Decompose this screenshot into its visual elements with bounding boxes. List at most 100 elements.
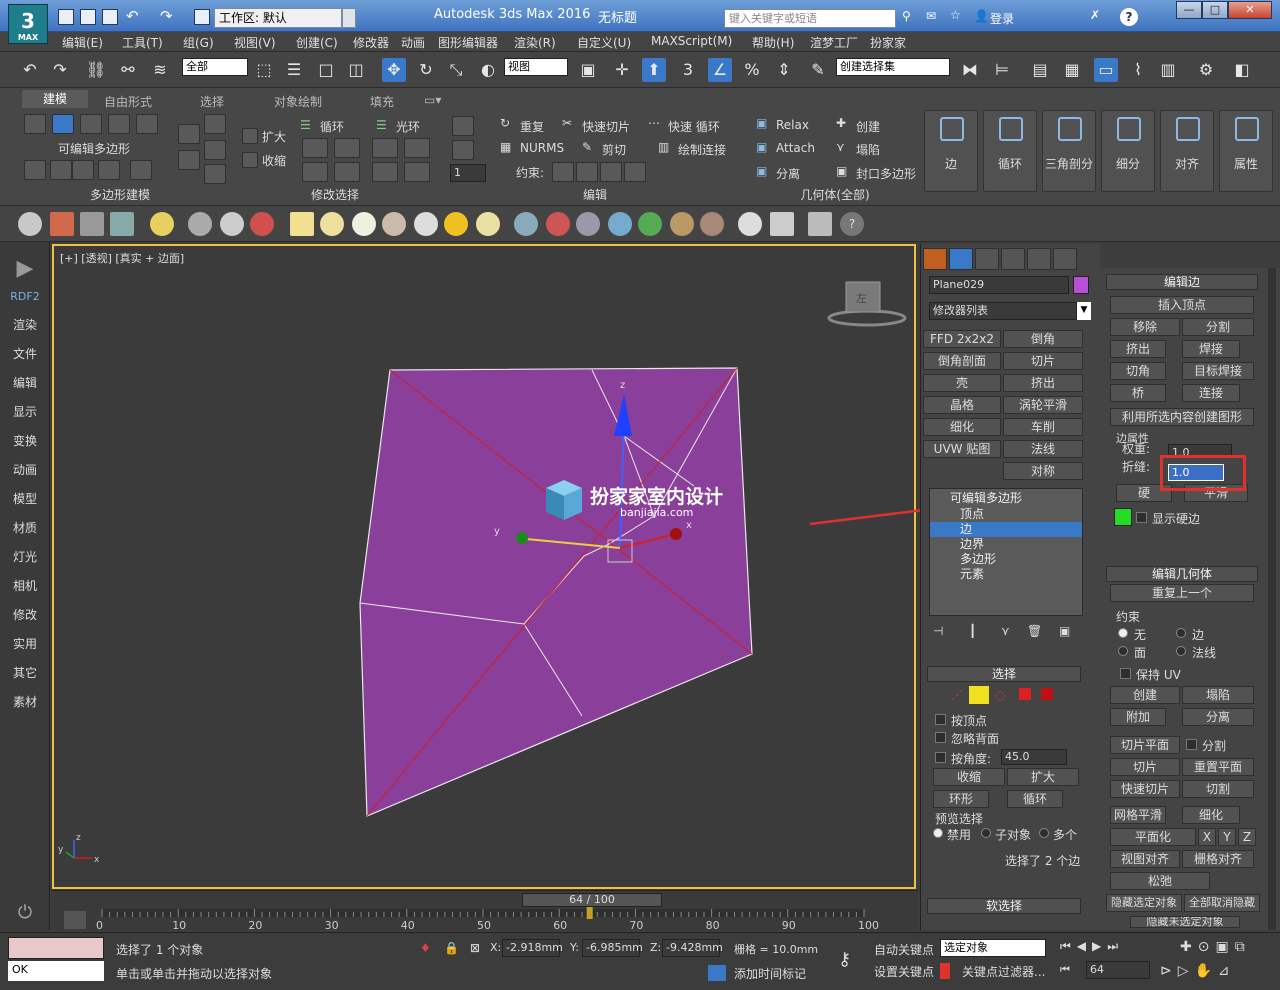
select-object-icon[interactable]: ⬚ [252,58,276,82]
subdivision-big-button[interactable]: 细分 [1101,110,1155,192]
shrink-button[interactable]: 收缩 [933,768,1005,786]
frame-buffer-icon[interactable] [808,212,832,236]
communication-icon[interactable]: ✉ [926,9,936,23]
geo-cut-button[interactable]: 切割 [1182,780,1254,798]
menu-help[interactable]: 帮助(H) [752,34,794,51]
shrink-label[interactable]: 收缩 [262,152,286,169]
selection-filter-dropdown[interactable]: 全部 [182,58,248,76]
angle-snap-icon[interactable]: ∠ [708,58,732,82]
grow-icon[interactable] [242,128,258,144]
power-icon[interactable]: ⏻ [0,902,50,923]
align-big-button[interactable]: 对齐 [1160,110,1214,192]
plant-icon[interactable] [638,212,662,236]
group-edit[interactable]: 编辑 [560,186,630,203]
binoculars-icon[interactable]: ⚲ [902,9,918,25]
render-icon[interactable] [50,212,74,236]
stack-item-element[interactable]: 元素 [930,567,1082,582]
menu-rendering[interactable]: 渲染(R) [514,34,556,51]
snowflake-icon[interactable] [608,212,632,236]
attach-label[interactable]: Attach [776,141,815,155]
planarize-x-button[interactable]: X [1198,828,1216,846]
snaps-toggle-icon[interactable]: 3 [676,58,700,82]
vertex-mode-icon[interactable] [24,114,46,134]
select-place-icon[interactable]: ◐ [476,58,500,82]
lp-model[interactable]: 模型 [0,490,50,507]
planarize-z-button[interactable]: Z [1238,828,1256,846]
hide-selected-button[interactable]: 隐藏选定对象 [1106,894,1182,912]
ring-grow-button[interactable] [372,138,398,158]
selection-rollout-title[interactable]: 选择 [927,666,1081,682]
pin-stack-icon[interactable]: ⊣ [933,624,943,638]
split-button[interactable]: 分割 [1182,318,1254,336]
geo-detach-button[interactable]: 分离 [1182,708,1254,726]
chevron-down-icon[interactable] [342,8,356,28]
spinner-snap-icon[interactable]: ⇕ [772,58,796,82]
lp-modify[interactable]: 修改 [0,606,50,623]
bridge-button[interactable]: 桥 [1110,384,1166,402]
planarize-y-button[interactable]: Y [1218,828,1236,846]
ring-button[interactable]: 环形 [933,790,989,808]
autokey-button[interactable]: 自动关键点 [874,941,934,958]
bind-spacewarp-icon[interactable]: ≋ [148,58,172,82]
lp-camera[interactable]: 相机 [0,577,50,594]
mod-normal-button[interactable]: 法线 [1003,440,1083,458]
geo-quickslice-button[interactable]: 快速切片 [1110,780,1180,798]
constraint-none-radio[interactable] [1118,628,1128,638]
redo-icon[interactable]: ↷ [48,58,72,82]
mod-bevel-profile-button[interactable]: 倒角剖面 [923,352,1001,370]
ring-label[interactable]: 光环 [396,118,420,135]
timeline[interactable]: 64 / 100 0 10 20 30 40 50 60 70 80 90 100 [52,890,918,931]
edit-named-sets-icon[interactable]: ✎ [806,58,830,82]
sun-icon[interactable] [444,212,468,236]
absolute-mode-icon[interactable]: ⊠ [470,941,480,955]
modifier-stack[interactable]: 可编辑多边形 顶点 边 边界 多边形 元素 [929,488,1083,616]
constraint-edge-radio[interactable] [1176,628,1186,638]
help-icon[interactable]: ? [840,212,864,236]
ignore-backface-checkbox[interactable] [935,732,946,743]
lp-render[interactable]: 渲染 [0,316,50,333]
paint-connect-label[interactable]: 绘制连接 [678,141,726,158]
grow-button[interactable]: 扩大 [1007,768,1079,786]
reset-plane-button[interactable]: 重置平面 [1182,758,1254,776]
exchange-icon[interactable]: ✗ [1090,8,1100,22]
hierarchy-tab-icon[interactable] [975,248,999,270]
prev-modifier-icon[interactable] [24,160,46,180]
fur-icon[interactable] [546,212,570,236]
select-by-name-icon[interactable]: ☰ [282,58,306,82]
mod-turbosmooth-button[interactable]: 涡轮平滑 [1003,396,1083,414]
time-slider[interactable]: 64 / 100 [522,893,662,907]
lp-assets[interactable]: 素材 [0,693,50,710]
camera-icon[interactable] [188,212,212,236]
constraint-face-radio[interactable] [1118,646,1128,656]
show-end-icon[interactable]: ┃ [969,624,976,638]
search-input[interactable]: 键入关键字或短语 [724,9,896,28]
lock-icon[interactable]: 🔒 [444,941,459,955]
slice-plane-button[interactable]: 切片平面 [1110,736,1180,754]
material-editor-icon[interactable]: ▥ [1156,58,1180,82]
lp-other[interactable]: 其它 [0,664,50,681]
playback-controls[interactable]: ⏮◀▶⏭ [1060,939,1124,954]
preview-subobj-radio[interactable] [981,828,991,838]
select-scale-icon[interactable]: ⤡ [444,58,468,82]
connect-button[interactable]: 连接 [1182,384,1240,402]
named-selection-set-dropdown[interactable]: 创建选择集 [836,58,950,76]
reference-coord-dropdown[interactable]: 视图 [504,58,568,76]
align-icon[interactable]: ⊨ [990,58,1014,82]
mod-lathe-button[interactable]: 车削 [1003,418,1083,436]
vertex-select-icon[interactable]: ⋰ [951,688,963,702]
loop-big-button[interactable]: 循环 [983,110,1037,192]
mod-bevel-button[interactable]: 倒角 [1003,330,1083,348]
vr-icon[interactable] [700,212,724,236]
layer-manager-icon[interactable]: ▤ [1028,58,1052,82]
pin-icon[interactable] [204,140,226,160]
favorites-star-icon[interactable]: ☆ [950,8,961,22]
hide-unselected-button[interactable]: 隐藏未选定对象 [1130,916,1240,928]
maxscript-output[interactable]: OK [8,961,104,981]
x-coord-field[interactable]: -2.918mm [502,939,563,957]
mod-symmetry-button[interactable]: 对称 [1003,462,1083,480]
border-select-icon[interactable]: ◌ [995,688,1005,702]
stack-icon[interactable] [204,164,226,184]
repeat-spinner[interactable]: 1 [450,164,486,182]
select-move-icon[interactable]: ✥ [382,58,406,82]
create-label[interactable]: 创建 [856,118,880,135]
